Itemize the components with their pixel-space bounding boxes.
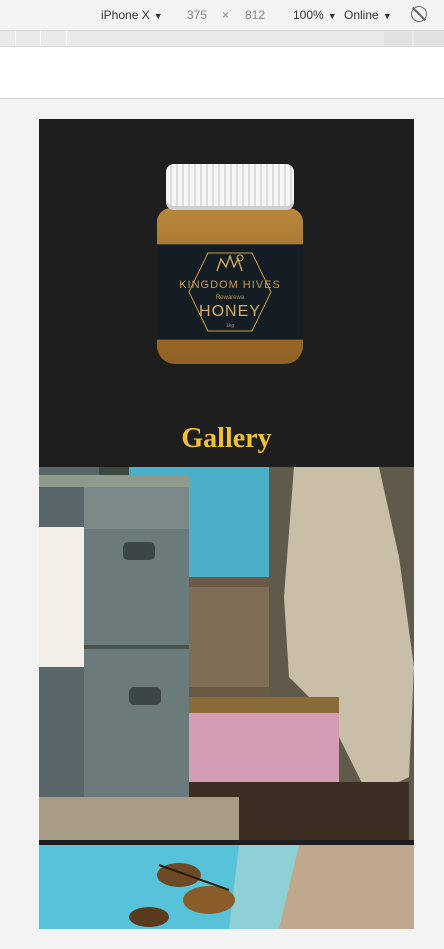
label-brand: KINGDOM HIVES — [179, 279, 281, 291]
gallery-photo-bees[interactable] — [39, 845, 414, 929]
jar-label: KINGDOM HIVES Rewarewa HONEY 1kg — [157, 244, 303, 340]
times-glyph: × — [222, 8, 230, 22]
media-segment[interactable] — [66, 31, 67, 46]
network-label: Online — [344, 8, 379, 22]
jar-lid — [166, 164, 294, 210]
device-select[interactable]: iPhone X ▼ — [101, 8, 163, 22]
chevron-down-icon: ▼ — [327, 11, 337, 21]
jar-body: KINGDOM HIVES Rewarewa HONEY 1kg — [157, 208, 303, 364]
width-input[interactable]: 375 — [187, 8, 207, 22]
label-weight: 1kg — [225, 323, 235, 329]
media-segment[interactable] — [40, 31, 41, 46]
beehives-photo — [39, 467, 414, 840]
honey-jar-image: KINGDOM HIVES Rewarewa HONEY 1kg — [157, 164, 303, 364]
bees-photo — [39, 845, 414, 929]
label-variety: Rewarewa — [215, 295, 245, 301]
zoom-label: 100% — [293, 8, 324, 22]
gallery-heading: Gallery — [181, 423, 272, 454]
chevron-down-icon: ▼ — [153, 11, 163, 21]
crown-logo-icon — [216, 254, 244, 272]
gallery-photo-beehives[interactable] — [39, 467, 414, 840]
media-query-bar[interactable] — [0, 31, 444, 47]
network-select[interactable]: Online ▼ — [344, 8, 392, 22]
mobile-viewport: KINGDOM HIVES Rewarewa HONEY 1kg Gallery — [39, 119, 414, 929]
height-input[interactable]: 812 — [245, 8, 265, 22]
device-label: iPhone X — [101, 8, 150, 22]
zoom-select[interactable]: 100% ▼ — [293, 8, 337, 22]
product-hero: KINGDOM HIVES Rewarewa HONEY 1kg Gallery — [39, 119, 414, 467]
devtools-device-toolbar: iPhone X ▼ 375 × 812 100% ▼ Online ▼ — [0, 0, 444, 31]
media-segment[interactable] — [15, 31, 16, 46]
media-segment[interactable] — [384, 31, 412, 46]
rotate-icon[interactable] — [411, 6, 427, 22]
ruler-area — [0, 47, 444, 99]
chevron-down-icon: ▼ — [382, 11, 392, 21]
media-segment[interactable] — [414, 31, 444, 46]
label-product-name: HONEY — [199, 303, 261, 320]
